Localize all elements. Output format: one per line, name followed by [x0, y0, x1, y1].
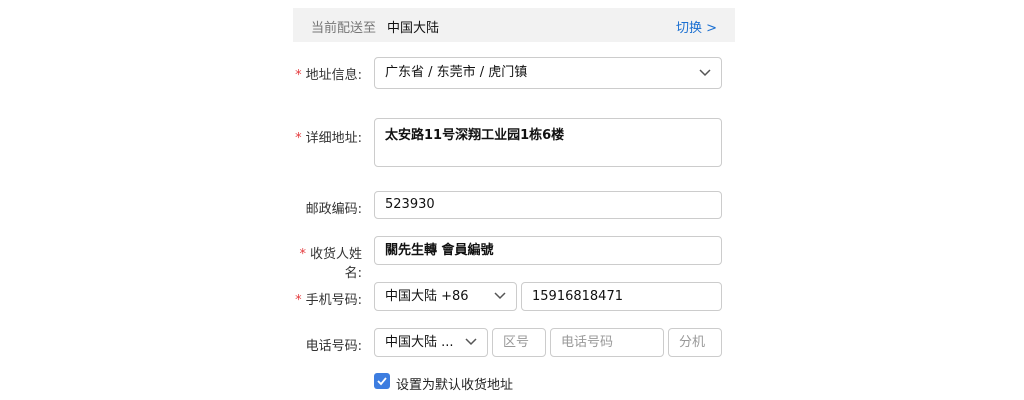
- address-region-label: 地址信息:: [305, 68, 362, 83]
- address-region-select[interactable]: 广东省 / 东莞市 / 虎门镇: [374, 57, 722, 89]
- required-marker: *: [295, 131, 302, 146]
- delivery-label: 当前配送至: [311, 21, 377, 36]
- phone-label-row: 电话号码:: [292, 335, 362, 354]
- delivery-country: 中国大陆: [387, 21, 440, 36]
- address-detail-label: 详细地址:: [305, 131, 362, 146]
- default-address-label[interactable]: 设置为默认收货地址: [396, 374, 513, 393]
- recipient-name-input[interactable]: 關先生轉 會員編號: [374, 236, 722, 265]
- recipient-name-label-row: * 收货人姓名:: [292, 243, 362, 281]
- postal-code-label: 邮政编码:: [305, 202, 362, 217]
- required-marker: *: [299, 247, 306, 262]
- phone-extension-input[interactable]: 分机: [668, 328, 722, 357]
- chevron-down-icon: [699, 69, 711, 77]
- postal-code-label-row: 邮政编码:: [292, 198, 362, 217]
- phone-label: 电话号码:: [305, 339, 362, 354]
- address-region-value: 广东省 / 东莞市 / 虎门镇: [385, 65, 528, 80]
- address-detail-textarea[interactable]: 太安路11号深翔工业园1栋6楼: [374, 118, 722, 167]
- chevron-down-icon: [494, 292, 506, 300]
- mobile-number-value: 15916818471: [532, 289, 623, 304]
- recipient-name-value: 關先生轉 會員編號: [385, 243, 494, 258]
- default-address-checkbox[interactable]: [374, 373, 390, 389]
- chevron-down-icon: [465, 338, 477, 346]
- mobile-number-input[interactable]: 15916818471: [521, 282, 722, 311]
- mobile-label-row: * 手机号码:: [292, 289, 362, 308]
- postal-code-value: 523930: [385, 197, 435, 212]
- required-marker: *: [295, 68, 302, 83]
- switch-country-link[interactable]: 切换 >: [676, 17, 717, 36]
- phone-country-code-value: 中国大陆 ...: [385, 335, 454, 350]
- phone-area-code-placeholder: 区号: [503, 335, 530, 350]
- phone-country-code-select[interactable]: 中国大陆 ...: [374, 328, 488, 357]
- checkmark-icon: [377, 377, 387, 386]
- mobile-country-code-select[interactable]: 中国大陆 +86: [374, 282, 517, 311]
- postal-code-input[interactable]: 523930: [374, 191, 722, 219]
- recipient-name-label: 收货人姓名:: [309, 247, 362, 281]
- required-marker: *: [295, 293, 302, 308]
- delivery-bar: 当前配送至 中国大陆 切换 >: [293, 8, 735, 42]
- address-detail-value: 太安路11号深翔工业园1栋6楼: [385, 128, 565, 143]
- address-detail-label-row: * 详细地址:: [292, 127, 362, 146]
- phone-number-placeholder: 电话号码: [561, 335, 614, 350]
- phone-number-input[interactable]: 电话号码: [550, 328, 664, 357]
- mobile-label: 手机号码:: [305, 293, 362, 308]
- address-region-label-row: * 地址信息:: [292, 64, 362, 83]
- phone-area-code-input[interactable]: 区号: [492, 328, 546, 357]
- phone-extension-placeholder: 分机: [679, 335, 706, 350]
- mobile-country-code-value: 中国大陆 +86: [385, 289, 469, 304]
